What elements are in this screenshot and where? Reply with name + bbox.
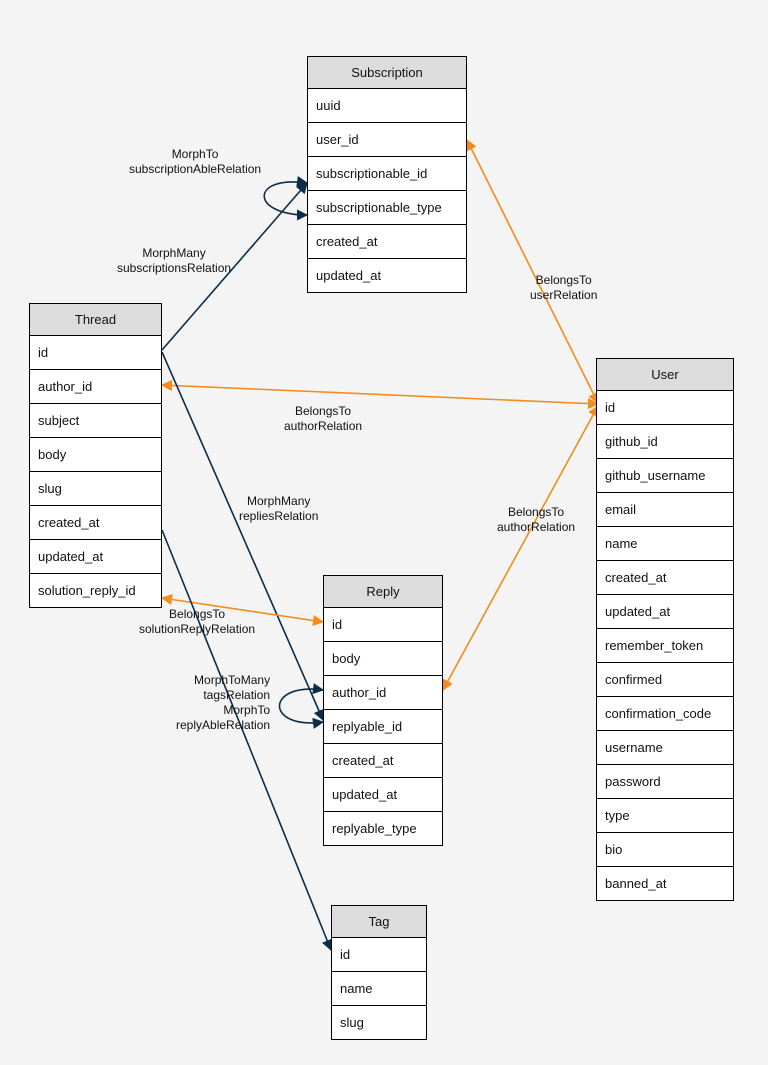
text: BelongsTo (139, 607, 255, 622)
entity-field: updated_at (308, 259, 466, 292)
entity-field: banned_at (597, 867, 733, 900)
entity-field: created_at (308, 225, 466, 259)
label-thr-solreply: BelongsTo solutionReplyRelation (139, 607, 255, 637)
entity-field: username (597, 731, 733, 765)
text: replyAbleRelation (176, 718, 270, 733)
text: repliesRelation (239, 509, 318, 524)
entity-field: remember_token (597, 629, 733, 663)
entity-field: email (597, 493, 733, 527)
entity-header: User (597, 359, 733, 391)
entity-field: uuid (308, 89, 466, 123)
text: MorphMany (117, 246, 231, 261)
entity-field: solution_reply_id (30, 574, 161, 607)
text: MorphToMany (176, 673, 270, 688)
entity-field: replyable_id (324, 710, 442, 744)
entity-header: Reply (324, 576, 442, 608)
entity-field: confirmation_code (597, 697, 733, 731)
text: MorphTo (176, 703, 270, 718)
entity-field: body (324, 642, 442, 676)
text: authorRelation (497, 520, 575, 535)
entity-field: subscriptionable_id (308, 157, 466, 191)
entity-header: Thread (30, 304, 161, 336)
label-sub-morphto: MorphTo subscriptionAbleRelation (129, 147, 261, 177)
label-rep-user: BelongsTo authorRelation (497, 505, 575, 535)
entity-field: name (597, 527, 733, 561)
entity-field: user_id (308, 123, 466, 157)
label-thr-sub: MorphMany subscriptionsRelation (117, 246, 231, 276)
label-rep-self: MorphToMany tagsRelation MorphTo replyAb… (176, 673, 270, 733)
label-sub-user: BelongsTo userRelation (530, 273, 597, 303)
entity-field: created_at (30, 506, 161, 540)
label-thr-user: BelongsTo authorRelation (284, 404, 362, 434)
entity-field: author_id (324, 676, 442, 710)
text: BelongsTo (284, 404, 362, 419)
entity-field: slug (332, 1006, 426, 1039)
entity-field: type (597, 799, 733, 833)
entity-reply: Replyidbodyauthor_idreplyable_idcreated_… (323, 575, 443, 846)
entity-header: Subscription (308, 57, 466, 89)
entity-field: github_id (597, 425, 733, 459)
entity-tag: Tagidnameslug (331, 905, 427, 1040)
text: MorphTo (129, 147, 261, 162)
entity-field: github_username (597, 459, 733, 493)
entity-field: replyable_type (324, 812, 442, 845)
text: BelongsTo (497, 505, 575, 520)
entity-field: subscriptionable_type (308, 191, 466, 225)
entity-field: slug (30, 472, 161, 506)
text: subscriptionsRelation (117, 261, 231, 276)
entity-field: confirmed (597, 663, 733, 697)
text: BelongsTo (530, 273, 597, 288)
entity-field: created_at (597, 561, 733, 595)
entity-field: bio (597, 833, 733, 867)
text: tagsRelation (176, 688, 270, 703)
entity-user: Useridgithub_idgithub_usernameemailnamec… (596, 358, 734, 901)
entity-field: updated_at (597, 595, 733, 629)
entity-field: name (332, 972, 426, 1006)
entity-field: id (332, 938, 426, 972)
entity-subscription: Subscriptionuuiduser_idsubscriptionable_… (307, 56, 467, 293)
entity-field: password (597, 765, 733, 799)
entity-field: id (597, 391, 733, 425)
entity-field: body (30, 438, 161, 472)
text: authorRelation (284, 419, 362, 434)
entity-field: updated_at (30, 540, 161, 574)
text: solutionReplyRelation (139, 622, 255, 637)
entity-field: id (324, 608, 442, 642)
text: userRelation (530, 288, 597, 303)
entity-header: Tag (332, 906, 426, 938)
entity-field: updated_at (324, 778, 442, 812)
entity-field: id (30, 336, 161, 370)
label-thr-reply: MorphMany repliesRelation (239, 494, 318, 524)
text: subscriptionAbleRelation (129, 162, 261, 177)
entity-field: author_id (30, 370, 161, 404)
entity-thread: Threadidauthor_idsubjectbodyslugcreated_… (29, 303, 162, 608)
entity-field: created_at (324, 744, 442, 778)
entity-field: subject (30, 404, 161, 438)
erd-canvas: { "chart_data": { "type": "diagram", "en… (0, 0, 768, 1065)
text: MorphMany (239, 494, 318, 509)
